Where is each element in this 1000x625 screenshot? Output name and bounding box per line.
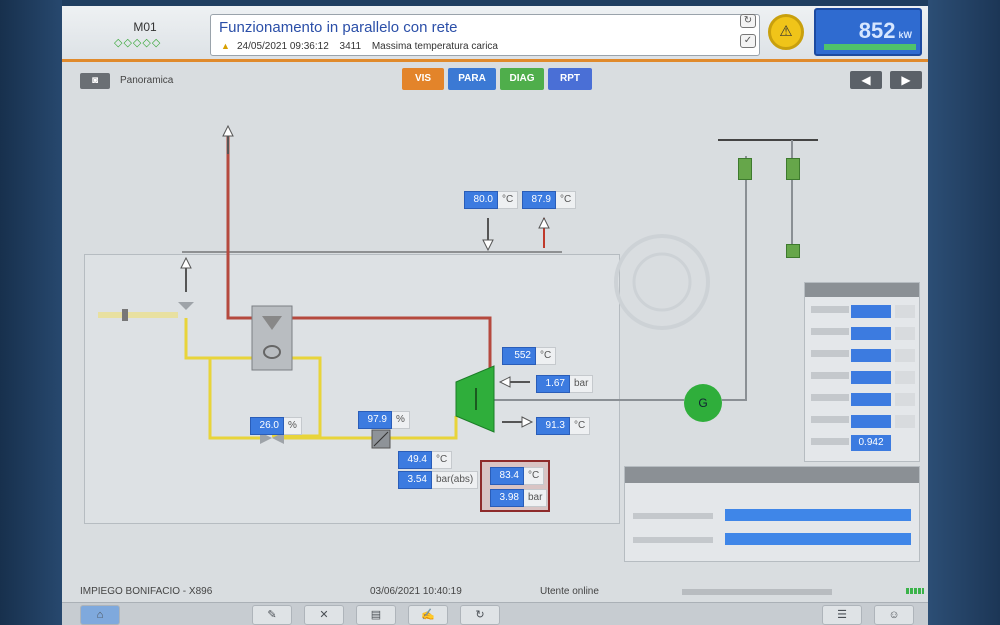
tab-para[interactable]: PARA xyxy=(448,68,496,90)
electrical-row xyxy=(805,325,921,343)
screen-bezel-left xyxy=(0,0,62,625)
control-label xyxy=(633,513,713,519)
return-temp: 91.3 °C xyxy=(536,417,591,435)
power-bar xyxy=(824,44,916,50)
electrical-row xyxy=(805,303,921,321)
status-line: IMPIEGO BONIFACIO - X896 03/06/2021 10:4… xyxy=(62,582,928,602)
alarm-warning-icon[interactable]: ⚠ xyxy=(768,14,804,50)
power-display: 852 kW xyxy=(814,8,922,56)
exhaust-box: 83.4 °C 3.98 bar xyxy=(480,460,550,512)
power-value: 852 kW xyxy=(858,18,913,43)
status-info xyxy=(682,589,832,595)
power-factor-row: 0.942 xyxy=(805,435,921,453)
exhaust-box-temp-unit: °C xyxy=(524,467,545,485)
valve-position-unit: % xyxy=(284,417,302,435)
exhaust-box-pressure-unit: bar xyxy=(524,489,548,507)
cooler-position-value: 97.9 xyxy=(358,411,392,429)
header-bar: M01 ◇◇◇◇◇ Funzionamento in parallelo con… xyxy=(62,6,928,62)
arrow-left-button[interactable]: ◀ xyxy=(850,71,882,89)
refresh-button[interactable]: ↻ xyxy=(460,605,500,625)
top-temp-1-value: 80.0 xyxy=(464,191,498,209)
return-temp-unit: °C xyxy=(570,417,591,435)
boost-pressure: 1.67 bar xyxy=(536,375,594,393)
exhaust-temp-unit: °C xyxy=(536,347,557,365)
exhaust-temp-value: 552 xyxy=(502,347,536,365)
warning-small-icon: ▲ xyxy=(221,41,230,51)
top-temp-1-unit: °C xyxy=(498,191,519,209)
electrical-row xyxy=(805,347,921,365)
oil-temp: 49.4 °C xyxy=(398,451,453,469)
control-label xyxy=(633,537,713,543)
connection-led xyxy=(906,588,924,594)
exhaust-box-temp: 83.4 °C xyxy=(490,467,545,485)
screen-bezel-right xyxy=(928,0,1000,625)
hmi-screen: M01 ◇◇◇◇◇ Funzionamento in parallelo con… xyxy=(62,6,928,625)
breaker-3[interactable] xyxy=(786,244,800,258)
acknowledge-icon[interactable]: ✓ xyxy=(740,34,756,48)
camera-icon[interactable]: ◙ xyxy=(80,73,110,89)
user-button[interactable]: ☺ xyxy=(874,605,914,625)
control-bar-1[interactable] xyxy=(725,509,911,521)
edit-button[interactable]: ✍ xyxy=(408,605,448,625)
electrical-row xyxy=(805,369,921,387)
wrench-button[interactable]: ✎ xyxy=(252,605,292,625)
arrow-right-button[interactable]: ▶ xyxy=(890,71,922,89)
message-box[interactable]: Funzionamento in parallelo con rete ▲ 24… xyxy=(210,14,760,56)
boost-pressure-value: 1.67 xyxy=(536,375,570,393)
oil-temp-value: 49.4 xyxy=(398,451,432,469)
database-button[interactable]: ▤ xyxy=(356,605,396,625)
exhaust-box-pressure-value: 3.98 xyxy=(490,489,524,507)
oil-pressure-value: 3.54 xyxy=(398,471,432,489)
machine-status-dots: ◇◇◇◇◇ xyxy=(114,37,162,49)
oil-temp-unit: °C xyxy=(432,451,453,469)
exhaust-temp: 552 °C xyxy=(502,347,557,365)
message-date: 24/05/2021 09:36:12 xyxy=(237,41,329,52)
electrical-row xyxy=(805,391,921,409)
message-code: 3411 xyxy=(339,41,362,52)
breaker-1[interactable] xyxy=(738,158,752,180)
bottom-toolbar: ⌂ ✎ ✕ ▤ ✍ ↻ ☰ ☺ xyxy=(62,602,928,625)
tools-button[interactable]: ✕ xyxy=(304,605,344,625)
toolbar: ◙ Panoramica VIS PARA DIAG RPT ◀ ▶ xyxy=(62,65,928,95)
power-control-header xyxy=(625,467,919,483)
tab-vis[interactable]: VIS xyxy=(402,68,444,90)
user-status[interactable]: Utente online xyxy=(540,586,599,597)
status-datetime: 03/06/2021 10:40:19 xyxy=(370,586,462,597)
electrical-row xyxy=(805,413,921,431)
message-text: Massima temperatura carica xyxy=(371,41,498,52)
power-unit: kW xyxy=(898,30,913,40)
boost-pressure-unit: bar xyxy=(570,375,594,393)
chat-button[interactable]: ☰ xyxy=(822,605,862,625)
cooler-position-unit: % xyxy=(392,411,410,429)
top-temp-2-unit: °C xyxy=(556,191,577,209)
control-bar-2[interactable] xyxy=(725,533,911,545)
exhaust-box-pressure: 3.98 bar xyxy=(490,489,548,507)
cooler-position: 97.9 % xyxy=(358,411,410,429)
top-temp-1: 80.0 °C xyxy=(464,191,519,209)
power-control-panel xyxy=(624,466,920,562)
plant-name: IMPIEGO BONIFACIO - X896 xyxy=(80,586,213,597)
power-factor-value: 0.942 xyxy=(851,435,891,451)
home-button[interactable]: ⌂ xyxy=(80,605,120,625)
operating-mode-title: Funzionamento in parallelo con rete xyxy=(219,19,458,36)
valve-position-value: 26.0 xyxy=(250,417,284,435)
electrical-panel: 0.942 xyxy=(804,282,920,462)
machine-id[interactable]: M01 xyxy=(110,20,180,34)
top-temp-2-value: 87.9 xyxy=(522,191,556,209)
breaker-2[interactable] xyxy=(786,158,800,180)
top-temp-2: 87.9 °C xyxy=(522,191,577,209)
oil-pressure: 3.54 bar(abs) xyxy=(398,471,479,489)
breadcrumb: Panoramica xyxy=(120,75,174,86)
tab-diag[interactable]: DIAG xyxy=(500,68,544,90)
return-temp-value: 91.3 xyxy=(536,417,570,435)
generator-icon[interactable]: G xyxy=(684,384,722,422)
valve-position: 26.0 % xyxy=(250,417,302,435)
oil-pressure-unit: bar(abs) xyxy=(432,471,479,489)
tab-rpt[interactable]: RPT xyxy=(548,68,592,90)
electrical-panel-header xyxy=(805,283,919,297)
exhaust-box-temp-value: 83.4 xyxy=(490,467,524,485)
refresh-icon[interactable]: ↻ xyxy=(740,14,756,28)
message-detail-line: 24/05/2021 09:36:12 3411 Massima tempera… xyxy=(237,41,506,52)
process-diagram: 80.0 °C 87.9 °C 552 °C 1.67 bar 91.3 °C … xyxy=(62,96,928,578)
